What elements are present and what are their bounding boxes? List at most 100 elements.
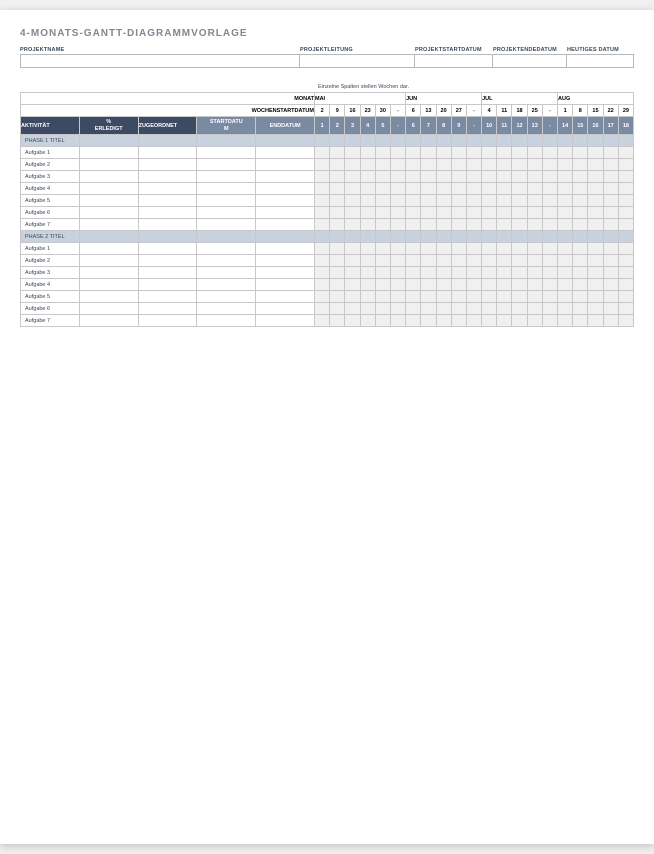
gantt-cell[interactable] <box>390 147 405 159</box>
task-pct[interactable] <box>79 291 138 303</box>
gantt-cell[interactable] <box>497 267 512 279</box>
gantt-cell[interactable] <box>330 183 345 195</box>
gantt-cell[interactable] <box>497 243 512 255</box>
gantt-cell[interactable] <box>618 195 633 207</box>
task-assign[interactable] <box>138 147 197 159</box>
task-pct[interactable] <box>79 303 138 315</box>
gantt-cell[interactable] <box>360 291 375 303</box>
gantt-cell[interactable] <box>421 195 436 207</box>
gantt-cell[interactable] <box>603 291 618 303</box>
gantt-cell[interactable] <box>573 315 588 327</box>
gantt-cell[interactable] <box>451 303 466 315</box>
gantt-cell[interactable] <box>603 255 618 267</box>
gantt-cell[interactable] <box>482 183 497 195</box>
gantt-cell[interactable] <box>315 171 330 183</box>
gantt-cell[interactable] <box>542 195 557 207</box>
gantt-cell[interactable] <box>603 279 618 291</box>
gantt-cell[interactable] <box>542 207 557 219</box>
gantt-cell[interactable] <box>330 207 345 219</box>
gantt-cell[interactable] <box>558 279 573 291</box>
gantt-cell[interactable] <box>375 183 390 195</box>
gantt-cell[interactable] <box>542 255 557 267</box>
gantt-cell[interactable] <box>390 255 405 267</box>
gantt-cell[interactable] <box>330 195 345 207</box>
gantt-cell[interactable] <box>436 255 451 267</box>
gantt-cell[interactable] <box>558 207 573 219</box>
gantt-cell[interactable] <box>436 195 451 207</box>
gantt-cell[interactable] <box>315 303 330 315</box>
gantt-cell[interactable] <box>542 147 557 159</box>
gantt-cell[interactable] <box>588 267 603 279</box>
task-end[interactable] <box>256 195 315 207</box>
gantt-cell[interactable] <box>603 171 618 183</box>
task-pct[interactable] <box>79 195 138 207</box>
task-end[interactable] <box>256 219 315 231</box>
gantt-cell[interactable] <box>315 315 330 327</box>
gantt-cell[interactable] <box>451 267 466 279</box>
gantt-cell[interactable] <box>573 291 588 303</box>
gantt-cell[interactable] <box>406 159 421 171</box>
gantt-cell[interactable] <box>527 315 542 327</box>
gantt-cell[interactable] <box>466 171 481 183</box>
gantt-cell[interactable] <box>375 219 390 231</box>
task-assign[interactable] <box>138 243 197 255</box>
info-input-name[interactable] <box>20 54 300 68</box>
gantt-cell[interactable] <box>421 243 436 255</box>
gantt-cell[interactable] <box>618 315 633 327</box>
gantt-cell[interactable] <box>390 303 405 315</box>
task-pct[interactable] <box>79 219 138 231</box>
gantt-cell[interactable] <box>315 279 330 291</box>
gantt-cell[interactable] <box>390 183 405 195</box>
gantt-cell[interactable] <box>406 243 421 255</box>
gantt-cell[interactable] <box>482 171 497 183</box>
gantt-cell[interactable] <box>466 315 481 327</box>
task-pct[interactable] <box>79 279 138 291</box>
task-assign[interactable] <box>138 219 197 231</box>
gantt-cell[interactable] <box>573 207 588 219</box>
gantt-cell[interactable] <box>451 159 466 171</box>
gantt-cell[interactable] <box>558 171 573 183</box>
task-pct[interactable] <box>79 159 138 171</box>
gantt-cell[interactable] <box>527 195 542 207</box>
gantt-cell[interactable] <box>542 303 557 315</box>
gantt-cell[interactable] <box>588 291 603 303</box>
gantt-cell[interactable] <box>558 183 573 195</box>
info-input-end[interactable] <box>493 54 567 68</box>
gantt-cell[interactable] <box>558 159 573 171</box>
gantt-cell[interactable] <box>527 147 542 159</box>
gantt-cell[interactable] <box>406 207 421 219</box>
gantt-cell[interactable] <box>390 219 405 231</box>
gantt-cell[interactable] <box>315 207 330 219</box>
gantt-cell[interactable] <box>330 219 345 231</box>
gantt-cell[interactable] <box>315 195 330 207</box>
gantt-cell[interactable] <box>451 219 466 231</box>
task-assign[interactable] <box>138 159 197 171</box>
gantt-cell[interactable] <box>588 159 603 171</box>
gantt-cell[interactable] <box>421 255 436 267</box>
task-end[interactable] <box>256 255 315 267</box>
gantt-cell[interactable] <box>588 303 603 315</box>
task-end[interactable] <box>256 315 315 327</box>
gantt-cell[interactable] <box>497 195 512 207</box>
gantt-cell[interactable] <box>558 303 573 315</box>
gantt-cell[interactable] <box>542 267 557 279</box>
gantt-cell[interactable] <box>345 291 360 303</box>
gantt-cell[interactable] <box>345 243 360 255</box>
gantt-cell[interactable] <box>421 171 436 183</box>
gantt-cell[interactable] <box>497 303 512 315</box>
task-end[interactable] <box>256 267 315 279</box>
gantt-cell[interactable] <box>603 207 618 219</box>
gantt-cell[interactable] <box>375 255 390 267</box>
gantt-cell[interactable] <box>588 315 603 327</box>
gantt-cell[interactable] <box>421 279 436 291</box>
gantt-cell[interactable] <box>527 267 542 279</box>
task-end[interactable] <box>256 243 315 255</box>
gantt-cell[interactable] <box>588 147 603 159</box>
gantt-cell[interactable] <box>512 291 527 303</box>
gantt-cell[interactable] <box>436 147 451 159</box>
task-start[interactable] <box>197 207 256 219</box>
gantt-cell[interactable] <box>588 207 603 219</box>
gantt-cell[interactable] <box>406 303 421 315</box>
gantt-cell[interactable] <box>451 195 466 207</box>
gantt-cell[interactable] <box>390 243 405 255</box>
